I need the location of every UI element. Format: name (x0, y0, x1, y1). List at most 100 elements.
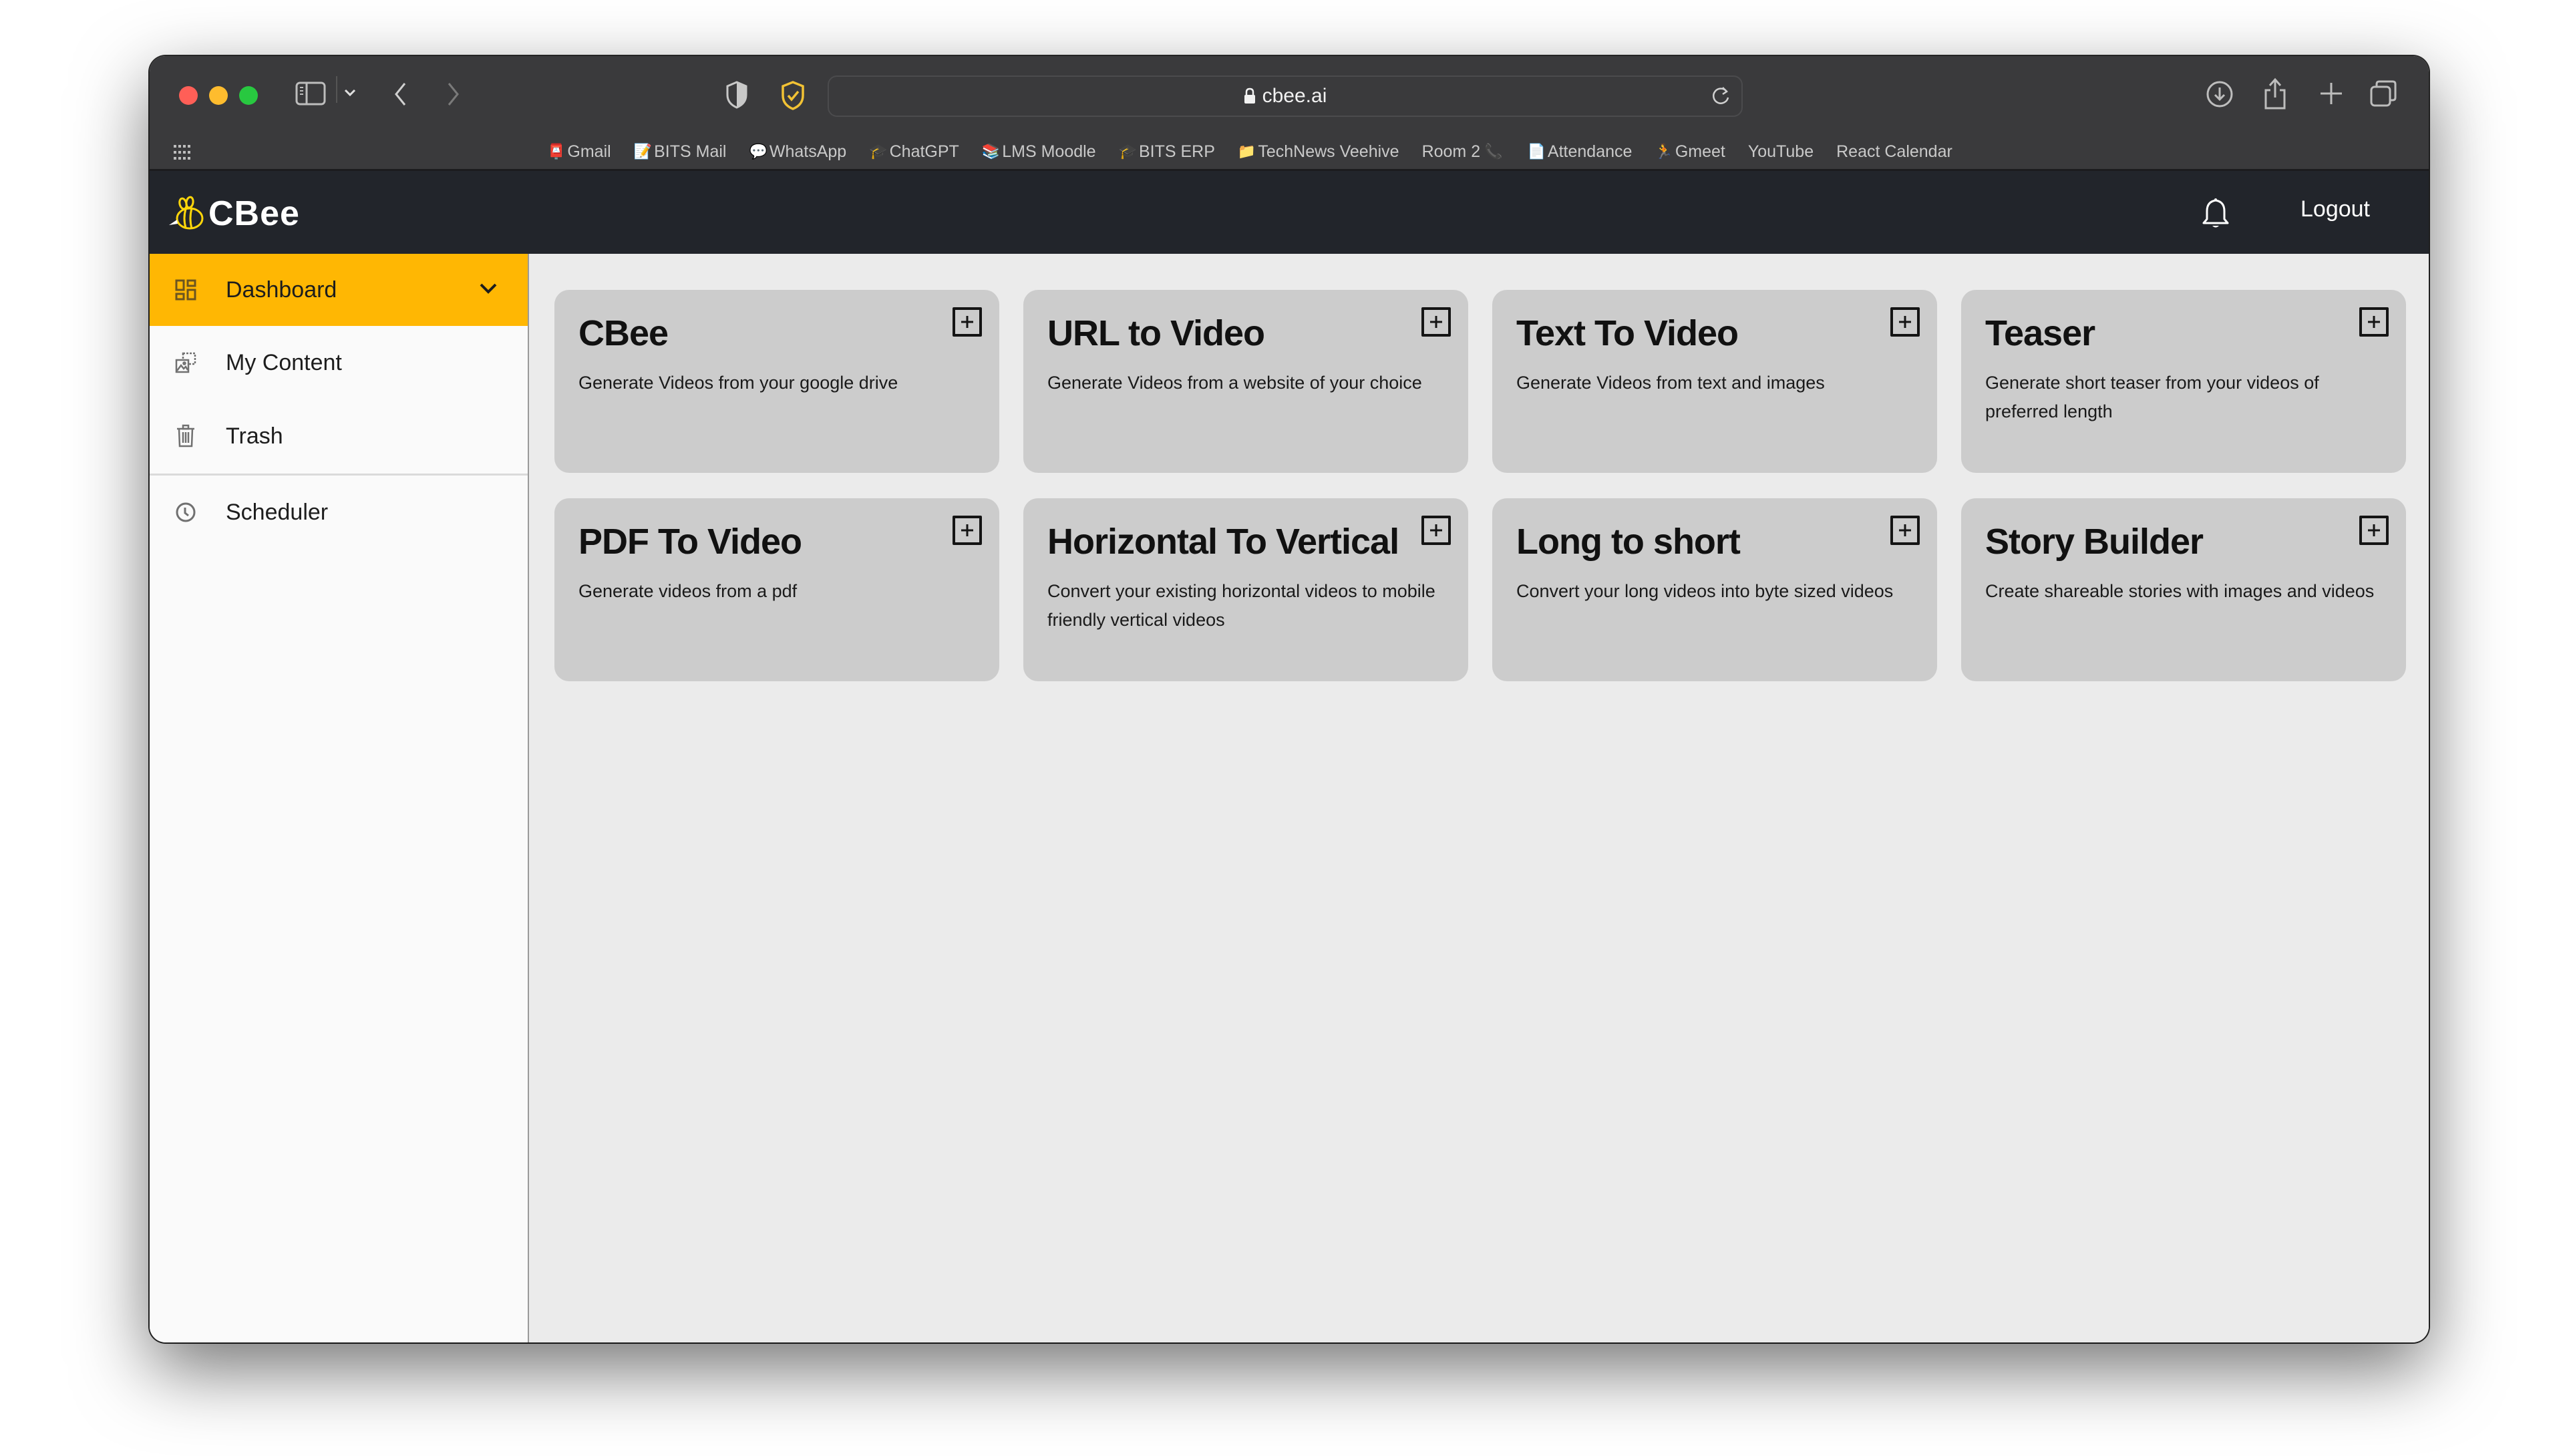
sidebar-item-dashboard[interactable]: Dashboard (150, 254, 528, 326)
privacy-shield-icon[interactable] (725, 80, 748, 110)
card-title: URL to Video (1047, 313, 1265, 353)
new-tab-icon[interactable] (2318, 80, 2345, 107)
card-title: Long to short (1516, 522, 1741, 562)
bookmark-label: Attendance (1547, 142, 1633, 161)
bookmark-youtube[interactable]: YouTube (1748, 142, 1814, 162)
running-person-icon: 🏃 (1655, 143, 1673, 160)
bookmark-label: BITS Mail (654, 142, 727, 161)
books-icon: 📚 (981, 143, 1001, 160)
card-description: Convert your long videos into byte sized… (1516, 581, 1894, 601)
share-icon[interactable] (2262, 76, 2288, 111)
bookmark-react-calendar[interactable]: React Calendar (1836, 142, 1952, 162)
add-icon[interactable] (953, 307, 982, 337)
trash-icon (174, 424, 198, 448)
browser-window: cbee.ai 📮 Gmail 📝 BITS Mail 💬 WhatsApp 🎓… (150, 56, 2429, 1342)
dashboard-grid-icon (174, 278, 198, 302)
add-icon[interactable] (2359, 516, 2389, 545)
card-title: Story Builder (1985, 522, 2204, 562)
add-icon[interactable] (1890, 307, 1920, 337)
clock-icon (174, 500, 198, 524)
speech-bubble-icon: 💬 (749, 143, 767, 160)
brand-logo[interactable]: CBee (167, 194, 300, 234)
sidebar-item-my-content[interactable]: My Content (150, 326, 528, 399)
sidebar-item-label: My Content (226, 349, 342, 375)
card-title: Text To Video (1516, 313, 1739, 353)
sidebar-toggle-icon[interactable] (295, 81, 326, 106)
bookmarks-list: 📮 Gmail 📝 BITS Mail 💬 WhatsApp 🎓 ChatGPT 📚 LM… (547, 140, 1975, 164)
bookmark-label: Room 2 (1421, 142, 1481, 161)
add-icon[interactable] (1421, 307, 1451, 337)
add-icon[interactable] (2359, 307, 2389, 337)
tab-overview-icon[interactable] (2369, 79, 2398, 108)
chevron-down-icon[interactable] (478, 282, 498, 299)
card-description: Generate Videos from your google drive (578, 373, 898, 393)
bookmark-label: YouTube (1747, 142, 1814, 161)
document-icon: 📄 (1527, 143, 1546, 160)
bookmark-label: TechNews Veehive (1258, 142, 1399, 161)
reload-icon[interactable] (1709, 85, 1732, 113)
app-header: CBee Logout (150, 171, 2429, 254)
bookmark-lms-moodle[interactable]: 📚 LMS Moodle (982, 142, 1096, 162)
feature-card-url-to-video[interactable]: URL to Video Generate Videos from a webs… (1023, 290, 1468, 473)
forward-icon[interactable] (445, 81, 461, 108)
memo-icon: 📝 (633, 143, 653, 160)
chevron-down-icon[interactable] (343, 88, 357, 98)
back-icon[interactable] (393, 81, 409, 108)
url-text: cbee.ai (1262, 85, 1327, 107)
toolbar-separator (336, 76, 337, 103)
lock-icon (1244, 87, 1255, 104)
bookmark-technews-veehive[interactable]: 📁 TechNews Veehive (1238, 142, 1399, 162)
bookmark-whatsapp[interactable]: 💬 WhatsApp (749, 142, 846, 162)
graduation-cap-icon: 🎓 (1118, 143, 1137, 160)
feature-card-text-to-video[interactable]: Text To Video Generate Videos from text … (1492, 290, 1937, 473)
bookmark-bits-mail[interactable]: 📝 BITS Mail (634, 142, 727, 162)
bookmark-bits-erp[interactable]: 🎓 BITS ERP (1119, 142, 1215, 162)
card-title: Horizontal To Vertical (1047, 522, 1399, 562)
bookmark-attendance[interactable]: 📄 Attendance (1528, 142, 1633, 162)
feature-card-pdf-to-video[interactable]: PDF To Video Generate videos from a pdf (554, 498, 999, 681)
feature-card-cbee[interactable]: CBee Generate Videos from your google dr… (554, 290, 999, 473)
graduation-cap-icon: 🎓 (869, 143, 888, 160)
card-description: Create shareable stories with images and… (1985, 581, 2375, 601)
apps-grid-icon[interactable] (174, 145, 191, 163)
adblock-shield-icon[interactable] (780, 80, 806, 111)
maximize-window-button[interactable] (239, 86, 258, 105)
add-icon[interactable] (953, 516, 982, 545)
card-description: Generate Videos from text and images (1516, 373, 1825, 393)
sidebar-item-label: Dashboard (226, 277, 337, 303)
bookmark-room-2[interactable]: Room 2 📞 (1422, 142, 1505, 162)
card-description: Generate short teaser from your videos o… (1985, 373, 2319, 421)
card-title: Teaser (1985, 313, 2095, 353)
bookmark-label: BITS ERP (1139, 142, 1215, 161)
dashboard-main: CBee Generate Videos from your google dr… (530, 254, 2429, 1342)
notification-bell-icon[interactable] (2202, 198, 2230, 233)
bookmark-label: React Calendar (1836, 142, 1952, 161)
bookmark-gmail[interactable]: 📮 Gmail (547, 142, 611, 162)
logout-button[interactable]: Logout (2300, 196, 2370, 222)
sidebar-item-trash[interactable]: Trash (150, 399, 528, 473)
feature-card-story-builder[interactable]: Story Builder Create shareable stories w… (1961, 498, 2406, 681)
add-icon[interactable] (1890, 516, 1920, 545)
bee-icon (169, 196, 204, 230)
bookmark-label: WhatsApp (769, 142, 847, 161)
sidebar-item-label: Trash (226, 423, 283, 449)
download-icon[interactable] (2206, 80, 2234, 108)
bookmark-label: LMS Moodle (1002, 142, 1096, 161)
sidebar: Dashboard My Content Trash Scheduler (150, 254, 529, 1342)
bookmark-label: Gmail (567, 142, 611, 161)
bookmark-chatgpt[interactable]: 🎓 ChatGPT (869, 142, 959, 162)
phone-icon: 📞 (1484, 143, 1503, 160)
add-icon[interactable] (1421, 516, 1451, 545)
sidebar-item-scheduler[interactable]: Scheduler (150, 476, 528, 549)
address-bar[interactable]: cbee.ai (828, 75, 1743, 117)
minimize-window-button[interactable] (209, 86, 228, 105)
close-window-button[interactable] (179, 86, 198, 105)
feature-card-long-to-short[interactable]: Long to short Convert your long videos i… (1492, 498, 1937, 681)
card-description: Generate Videos from a website of your c… (1047, 373, 1422, 393)
feature-card-horizontal-to-vertical[interactable]: Horizontal To Vertical Convert your exis… (1023, 498, 1468, 681)
feature-card-teaser[interactable]: Teaser Generate short teaser from your v… (1961, 290, 2406, 473)
folder-icon: 📁 (1237, 143, 1256, 160)
bookmark-label: ChatGPT (889, 142, 959, 161)
sidebar-item-label: Scheduler (226, 499, 329, 525)
bookmark-gmeet[interactable]: 🏃 Gmeet (1655, 142, 1725, 162)
